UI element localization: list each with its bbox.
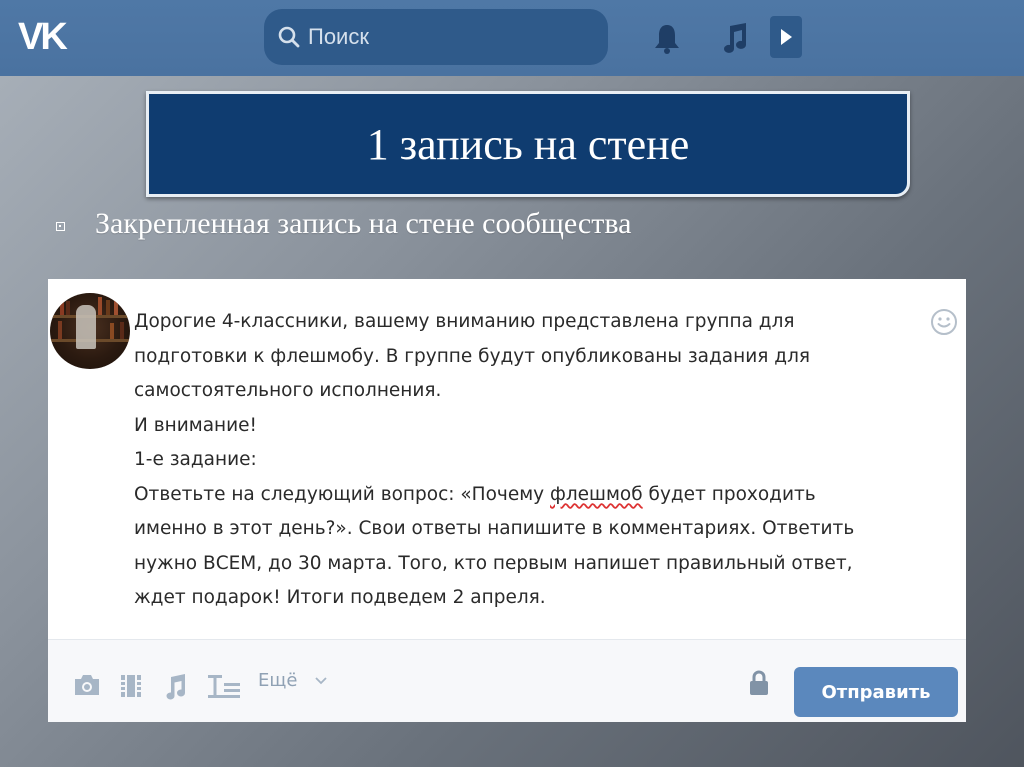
post-line: самостоятельного исполнения. xyxy=(134,380,442,401)
send-button[interactable]: Отправить xyxy=(794,667,958,717)
player-button[interactable] xyxy=(770,16,802,58)
post-line: нужно ВСЕМ, до 30 марта. Того, кто первы… xyxy=(134,552,853,574)
bell-icon[interactable] xyxy=(652,22,682,56)
more-menu[interactable]: Ещё xyxy=(258,670,297,691)
post-line: Ответьте на следующий вопрос: «Почему фл… xyxy=(134,478,914,513)
post-line: ждет подарок! Итоги подведем 2 апреля. xyxy=(134,587,546,608)
video-icon[interactable] xyxy=(118,673,144,699)
avatar[interactable] xyxy=(50,293,130,369)
slide-title-box: 1 запись на стене xyxy=(146,91,910,197)
camera-icon[interactable] xyxy=(72,673,102,697)
post-text[interactable]: Дорогие 4-классники, вашему вниманию пре… xyxy=(134,305,914,616)
post-line: Дорогие 4-классники, вашему вниманию пре… xyxy=(134,311,795,332)
spellcheck-word: флешмоб xyxy=(550,483,643,505)
post-line: 1-е задание: xyxy=(134,449,257,470)
play-icon xyxy=(781,29,792,45)
post-toolbar: Ещё Отправить xyxy=(48,640,966,722)
music-icon[interactable] xyxy=(720,20,750,56)
search-box[interactable] xyxy=(264,9,608,65)
post-line-part: Ответьте на следующий вопрос: «Почему xyxy=(134,483,551,505)
lock-icon[interactable] xyxy=(748,670,770,696)
text-format-icon[interactable] xyxy=(206,673,242,699)
post-line: именно в этот день?». Свои ответы напиши… xyxy=(134,518,855,539)
chevron-down-icon[interactable] xyxy=(315,677,327,685)
bullet-text: Закрепленная запись на стене сообщества xyxy=(95,207,632,240)
bullet-item: Закрепленная запись на стене сообщества xyxy=(56,207,631,241)
search-icon xyxy=(278,26,300,48)
bullet-square-icon xyxy=(56,221,65,231)
audio-icon[interactable] xyxy=(162,673,188,701)
post-editor: Дорогие 4-классники, вашему вниманию пре… xyxy=(48,279,966,722)
search-input[interactable] xyxy=(306,23,600,51)
top-bar: VK xyxy=(0,0,1024,76)
post-line: И внимание! xyxy=(134,414,257,436)
post-line: подготовки к флешмобу. В группе будут оп… xyxy=(134,345,811,367)
vk-logo[interactable]: VK xyxy=(18,14,68,60)
slide-title: 1 запись на стене xyxy=(366,119,690,169)
smile-icon[interactable] xyxy=(930,308,958,336)
post-line-part: будет проходить xyxy=(642,483,816,505)
